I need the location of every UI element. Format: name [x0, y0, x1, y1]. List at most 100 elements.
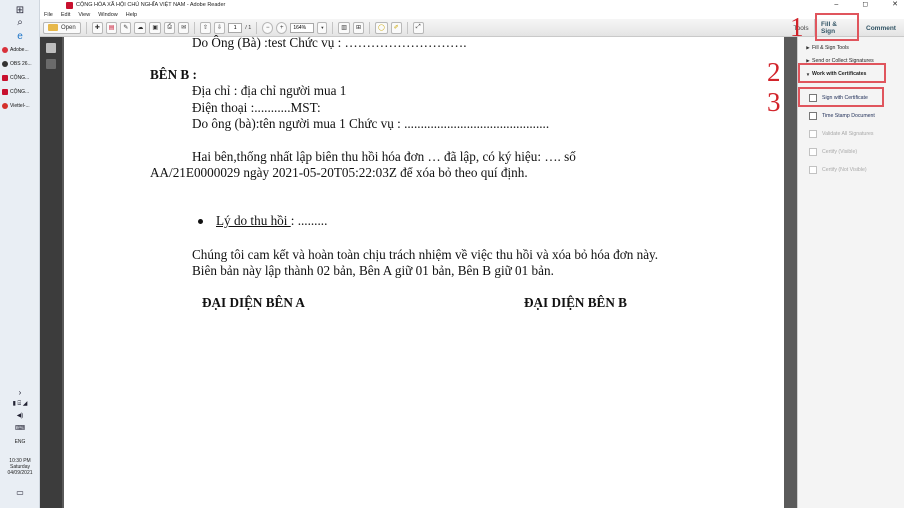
sign-with-certificate-label: Sign with Certificate [822, 95, 868, 101]
send-collect-label: Send or Collect Signatures [812, 58, 874, 64]
edit-pdf-button[interactable]: ✎ [120, 21, 132, 34]
adobe-reader-icon [66, 1, 73, 9]
menu-help[interactable]: Help [126, 12, 137, 18]
navigation-pane [40, 37, 62, 508]
windows-taskbar: ⊞ ⌕ e Adobe... OBS 26... CỘNG... CỘNG...… [0, 0, 40, 508]
fill-sign-tools-label: Fill & Sign Tools [812, 45, 849, 51]
fill-sign-tools-section[interactable]: ▶ Fill & Sign Tools [798, 42, 904, 54]
save-icon: ▣ [152, 25, 159, 31]
certify-visible-label: Certify (Visible) [822, 149, 858, 155]
taskbar-app-label: CỘNG... [10, 89, 30, 95]
agreement-line-2: AA/21E0000029 ngày 2021-05-20T05:22:03Z … [150, 165, 528, 180]
cloud-button[interactable]: ☁ [134, 21, 147, 34]
fit-page-icon: ▥ [341, 25, 347, 31]
attachments-icon[interactable] [46, 59, 56, 69]
arrow-up-icon: ⇧ [203, 25, 209, 31]
arrow-down-icon: ⇩ [217, 25, 223, 31]
envelope-icon: ✉ [181, 25, 187, 31]
time-stamp-label: Time Stamp Document [822, 113, 875, 119]
page-number-input[interactable]: 1 [228, 22, 243, 33]
menu-window[interactable]: Window [98, 12, 118, 18]
bullet-point [198, 219, 203, 224]
chevron-down-icon: ▼ [320, 25, 325, 30]
maximize-button[interactable]: ◻ [862, 0, 868, 10]
fit-page-button[interactable]: ▥ [338, 21, 350, 34]
taskbar-app-label: Viettel-... [10, 103, 30, 109]
fit-width-icon: ⊞ [355, 25, 361, 31]
main-toolbar: Open ✚ ▤ ✎ ☁ ▣ ⎙ ✉ ⇧ ⇩ 1 / 1 − + 164% ▼ … [40, 19, 904, 37]
tab-comment[interactable]: Comment [858, 19, 904, 37]
certify-not-visible-label: Certify (Not Visible) [822, 167, 867, 173]
toolbar-separator [194, 21, 196, 34]
adobe-app-icon [2, 47, 8, 53]
page-total: / 1 [245, 24, 252, 31]
certify-not-visible-icon [809, 166, 817, 174]
create-pdf-button[interactable]: ✚ [91, 21, 103, 34]
taskbar-app-2[interactable]: CỘNG... [2, 72, 38, 84]
send-collect-signatures-section[interactable]: ▶ Send or Collect Signatures [798, 55, 904, 67]
reason-label: Lý do thu hồi [216, 213, 291, 228]
party-b-heading: BÊN B : [150, 67, 197, 82]
menu-file[interactable]: File [44, 12, 53, 18]
save-button[interactable]: ▣ [149, 21, 162, 34]
taskbar-app-label: CỘNG... [10, 75, 30, 81]
notification-icon[interactable]: ▭ [0, 484, 40, 500]
taskbar-app-4[interactable]: Viettel-... [2, 100, 38, 112]
highlight-button[interactable]: ✐ [390, 21, 402, 34]
toolbar-separator [406, 21, 408, 34]
sign-with-certificate-item[interactable]: Sign with Certificate [806, 91, 904, 105]
certify-visible-icon [809, 148, 817, 156]
clock-date: 04/09/2021 [7, 470, 33, 476]
fit-width-button[interactable]: ⊞ [352, 21, 364, 34]
cloud-icon: ☁ [137, 25, 144, 31]
menu-view[interactable]: View [78, 12, 90, 18]
close-button[interactable]: ✕ [892, 0, 898, 10]
highlighter-icon: ✐ [393, 25, 399, 31]
pencil-icon: ✎ [123, 25, 129, 31]
pages-panel-icon[interactable] [46, 43, 56, 53]
commitment-line-1: Chúng tôi cam kết và hoàn toàn chịu trác… [192, 247, 659, 262]
taskbar-app-label: OBS 26... [10, 61, 32, 67]
document-viewer[interactable]: Do Ông (Bà) :test Chức vụ : ………………………. B… [62, 35, 797, 508]
pdf-page: Do Ông (Bà) :test Chức vụ : ………………………. B… [64, 35, 784, 508]
obs-app-icon [2, 61, 8, 67]
zoom-in-button[interactable]: + [276, 21, 288, 34]
zoom-out-button[interactable]: − [262, 21, 274, 34]
annotation-number-1: 1 [790, 12, 804, 42]
zoom-dropdown-button[interactable]: ▼ [317, 21, 328, 34]
minus-icon: − [266, 24, 270, 31]
expand-icon: ⤢ [415, 24, 421, 30]
previous-page-button[interactable]: ⇧ [200, 21, 212, 34]
collapsed-triangle-icon: ▶ [806, 45, 810, 50]
window-title: CỘNG HÒA XÃ HỘI CHỦ NGHĨA VIỆT NAM - Ado… [76, 2, 226, 8]
language-indicator[interactable]: ENG [0, 439, 40, 445]
comment-button[interactable]: ◯ [374, 21, 388, 34]
printer-icon: ⎙ [167, 24, 172, 30]
fill-sign-pane: ▶ Fill & Sign Tools ▶ Send or Collect Si… [797, 37, 904, 508]
validate-signatures-item[interactable]: Validate All Signatures [806, 127, 904, 141]
convert-pdf-button[interactable]: ▤ [105, 21, 118, 34]
folder-icon [48, 24, 58, 31]
minimize-button[interactable]: – [834, 0, 838, 10]
zoom-level-input[interactable]: 164% [290, 22, 315, 33]
annotation-number-2: 2 [767, 57, 781, 87]
annotation-number-3: 3 [767, 87, 781, 117]
taskbar-app-3[interactable]: CỘNG... [2, 86, 38, 98]
email-button[interactable]: ✉ [178, 21, 190, 34]
validate-icon [809, 130, 817, 138]
certify-visible-item[interactable]: Certify (Visible) [806, 145, 904, 159]
taskbar-app-1[interactable]: OBS 26... [2, 58, 38, 70]
print-button[interactable]: ⎙ [164, 21, 176, 34]
time-stamp-document-item[interactable]: Time Stamp Document [806, 109, 904, 123]
taskbar-app-0[interactable]: Adobe... [2, 44, 38, 56]
keyboard-icon[interactable]: ⌨ [0, 420, 40, 436]
work-with-certificates-section[interactable]: ▼ Work with Certificates [798, 68, 904, 80]
tab-fill-sign[interactable]: Fill & Sign [814, 19, 858, 37]
expand-button[interactable]: ⤢ [412, 21, 424, 34]
menu-edit[interactable]: Edit [61, 12, 70, 18]
open-label: Open [61, 24, 76, 31]
certify-not-visible-item[interactable]: Certify (Not Visible) [806, 163, 904, 177]
open-button[interactable]: Open [43, 21, 81, 34]
next-page-button[interactable]: ⇩ [214, 21, 226, 34]
edge-browser-icon[interactable]: e [0, 28, 40, 44]
